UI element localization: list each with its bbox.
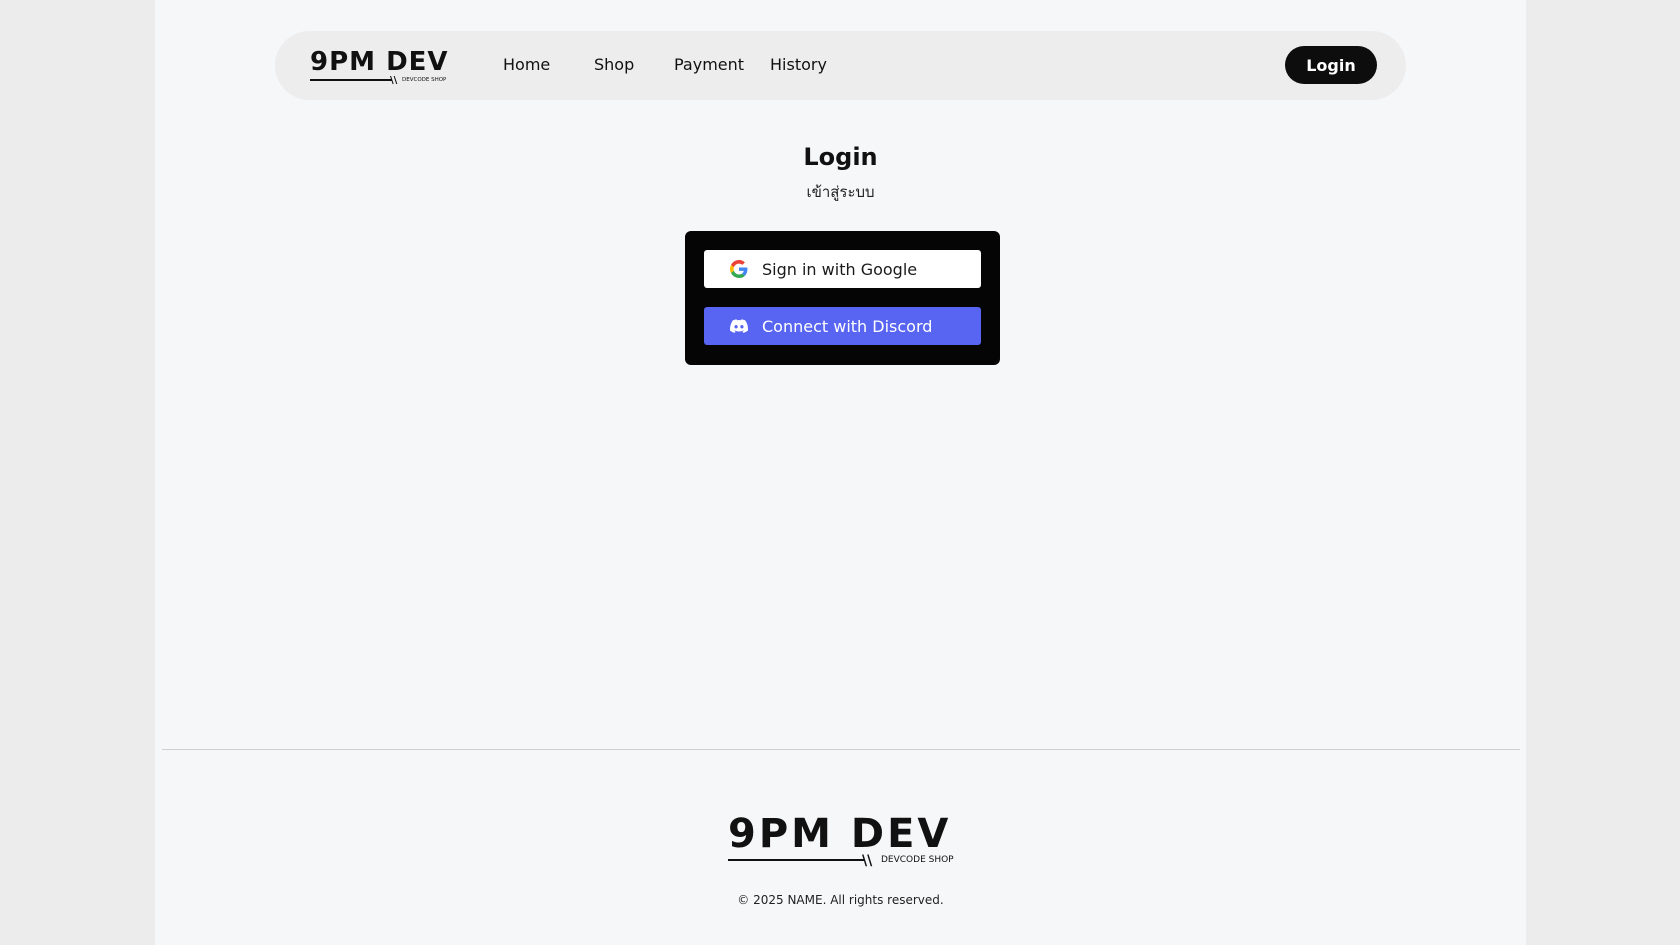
footer-brand-name: 9PM DEV [728, 811, 952, 857]
nav-link-history[interactable]: History [770, 55, 827, 75]
footer-divider [162, 749, 1520, 750]
discord-connect-button[interactable]: Connect with Discord [704, 307, 981, 345]
nav-links: Home Shop Payment History [275, 31, 1406, 100]
page: 9PM DEV \\ DEVCODE SHOP Home Shop Paymen… [155, 0, 1526, 945]
nav-link-shop[interactable]: Shop [594, 55, 634, 75]
page-title: Login [803, 143, 878, 171]
discord-icon [730, 317, 748, 335]
nav-link-home[interactable]: Home [503, 55, 550, 75]
copyright-text: © 2025 NAME. All rights reserved. [737, 893, 944, 907]
google-icon [730, 260, 748, 278]
discord-button-label: Connect with Discord [762, 316, 933, 336]
login-card: Sign in with Google Connect with Discord [685, 231, 1000, 365]
google-button-label: Sign in with Google [762, 259, 918, 279]
google-signin-button[interactable]: Sign in with Google [704, 250, 981, 288]
page-subtitle: เข้าสู่ระบบ [806, 183, 875, 201]
footer-brand-tagline: DEVCODE SHOP [881, 855, 954, 865]
nav-link-payment[interactable]: Payment [674, 55, 744, 75]
footer-logo: 9PM DEV \\ DEVCODE SHOP [728, 811, 958, 869]
footer-logo-underline [728, 859, 864, 861]
login-button[interactable]: Login [1285, 46, 1377, 84]
navbar: 9PM DEV \\ DEVCODE SHOP Home Shop Paymen… [275, 31, 1406, 100]
footer-logo-slash-icon: \\ [862, 853, 873, 869]
